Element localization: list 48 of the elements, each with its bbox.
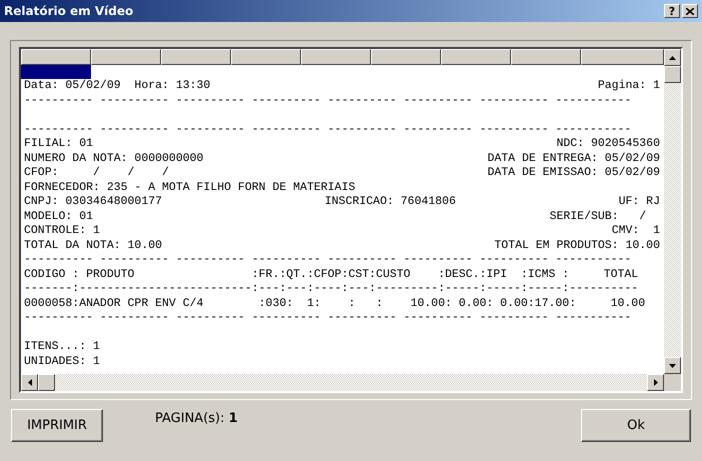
scroll-down-button[interactable]	[664, 357, 681, 374]
scroll-left-button[interactable]	[21, 374, 38, 391]
selection-highlight	[21, 65, 91, 79]
report-text: CMV: 1	[612, 224, 660, 238]
left-arrow-icon	[28, 379, 32, 386]
report-text: SERIE/SUB: /	[550, 210, 648, 224]
report-text: TOTAL DA NOTA: 10.00	[24, 238, 162, 253]
dashed-rule-text: ---------- ---------- ---------- ---------- ---------- ---------- ---------- -----------	[24, 311, 632, 326]
right-arrow-icon	[654, 379, 658, 386]
table-text: -------:-------------------------:---:---:----:---:---------:-----:-----:-----:----------	[24, 282, 638, 296]
report-text: NDC: 9020545360	[556, 137, 660, 152]
report-text: Pagina: 1	[598, 79, 660, 94]
scroll-up-button[interactable]	[664, 49, 681, 66]
report-text: DATA DE ENTREGA: 05/02/09	[487, 152, 660, 166]
window-title: Relatório em Vídeo	[4, 4, 134, 18]
report-text: MODELO: 01	[24, 210, 94, 224]
print-button[interactable]: IMPRIMIR	[11, 409, 103, 442]
dashed-rule-text: ---------- ---------- ---------- ---------- ---------- ---------- ---------- -----------	[24, 253, 632, 268]
up-arrow-icon	[669, 56, 676, 60]
scroll-thumb[interactable]	[664, 66, 681, 83]
dashed-rule-text: ---------- ---------- ---------- ---------- ---------- ---------- ---------- -----------	[24, 94, 632, 108]
scroll-thumb[interactable]	[38, 374, 55, 391]
vertical-scrollbar[interactable]	[664, 49, 681, 374]
report-text: CNPJ: 03034648000177	[24, 195, 162, 210]
report-text: NUMERO DA NOTA: 0000000000	[24, 152, 204, 166]
page-count-label: PAGINA(s): 1	[155, 411, 238, 426]
report-text: DATA DE EMISSAO: 05/02/09	[487, 166, 660, 180]
report-text: Data: 05/02/09 Hora: 13:30	[24, 79, 210, 94]
close-button[interactable]	[682, 4, 698, 18]
report-text: UNIDADES: 1	[24, 354, 100, 369]
scroll-right-button[interactable]	[647, 374, 664, 391]
help-button[interactable]: ?	[664, 4, 680, 18]
table-text: 0000058:ANADOR CPR ENV C/4 :030: 1: : : 10.00: 0.00: 0.00:17.00: 10.00	[24, 296, 646, 311]
scrollbar-corner	[664, 374, 681, 391]
report-text: FILIAL: 01	[24, 137, 94, 152]
report-text: CONTROLE: 1	[24, 224, 100, 238]
report-text: ITENS...: 1	[24, 340, 100, 354]
report-text: FORNECEDOR: 235 - A MOTA FILHO FORN DE MATERIAIS	[24, 180, 356, 195]
table-text: CODIGO : PRODUTO :FR.:QT.:CFOP:CST:CUSTO :DESC.:IPI :ICMS : TOTAL	[24, 268, 638, 282]
close-icon	[686, 8, 694, 14]
report-text: INSCRICAO: 76041806	[324, 195, 456, 210]
down-arrow-icon	[669, 364, 676, 368]
horizontal-scrollbar[interactable]	[21, 374, 664, 391]
report-text: UF: RJ	[618, 195, 660, 210]
report-text: TOTAL EM PRODUTOS: 10.00	[494, 238, 660, 253]
report-text: CFOP: / / /	[24, 166, 169, 180]
dashed-rule-text: ---------- ---------- ---------- ---------- ---------- ---------- ---------- -----------	[24, 122, 632, 137]
ok-button[interactable]: Ok	[581, 409, 691, 442]
